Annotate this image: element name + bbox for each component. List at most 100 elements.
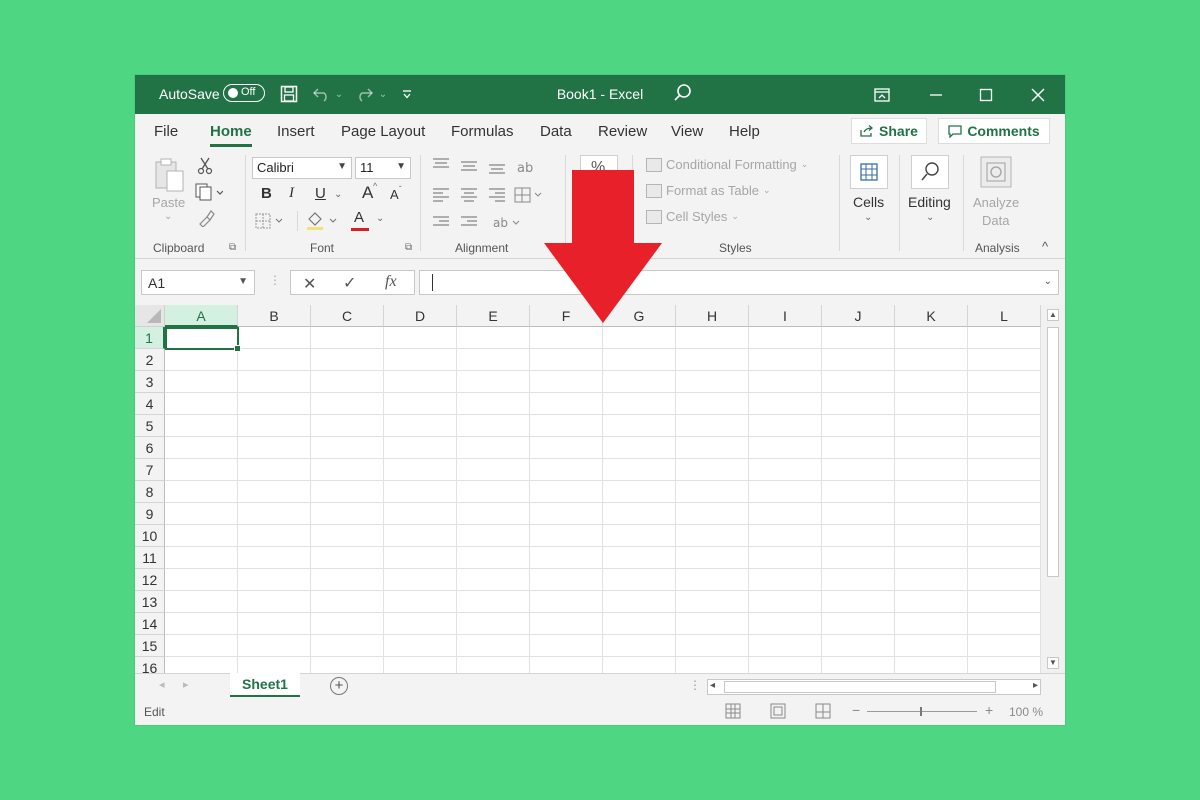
font-color-dropdown-icon[interactable]: ⌄ <box>376 213 384 224</box>
fill-color-icon[interactable] <box>305 211 341 234</box>
scroll-down-icon[interactable]: ▼ <box>1047 657 1059 669</box>
row-header-1[interactable]: 1 <box>135 327 165 349</box>
font-color-button[interactable]: A <box>354 209 364 226</box>
conditional-formatting-button[interactable]: Conditional Formatting ⌄ <box>646 157 808 172</box>
tab-view[interactable]: View <box>671 123 703 140</box>
column-header-e[interactable]: E <box>457 305 530 327</box>
cells-dropdown-icon[interactable]: ⌄ <box>864 212 872 223</box>
fill-handle[interactable] <box>234 345 241 352</box>
row-header-7[interactable]: 7 <box>135 459 165 481</box>
ribbon-display-options-icon[interactable] <box>857 75 907 114</box>
copy-icon[interactable] <box>195 183 224 204</box>
formula-input[interactable]: ⌄ <box>419 270 1059 295</box>
cancel-entry-icon[interactable]: ✕ <box>303 274 316 294</box>
column-header-k[interactable]: K <box>895 305 968 327</box>
decrease-font-button[interactable]: A <box>390 187 399 202</box>
tab-review[interactable]: Review <box>598 123 647 140</box>
underline-dropdown-icon[interactable]: ⌄ <box>334 189 342 200</box>
scroll-left-icon[interactable]: ◂ <box>710 680 715 691</box>
scroll-up-icon[interactable]: ▲ <box>1047 309 1059 321</box>
search-icon[interactable] <box>673 83 693 108</box>
row-header-13[interactable]: 13 <box>135 591 165 613</box>
tab-file[interactable]: File <box>154 123 178 140</box>
zoom-out-icon[interactable]: − <box>852 702 860 718</box>
editing-dropdown-icon[interactable]: ⌄ <box>926 212 934 223</box>
minimize-icon[interactable] <box>911 75 961 114</box>
row-header-5[interactable]: 5 <box>135 415 165 437</box>
split-handle-icon[interactable]: ⋮ <box>689 678 701 692</box>
comments-button[interactable]: Comments <box>938 118 1050 144</box>
paste-dropdown-icon[interactable]: ⌄ <box>164 211 172 222</box>
zoom-in-icon[interactable]: + <box>985 702 993 718</box>
clipboard-launcher-icon[interactable]: ⧉ <box>229 242 236 253</box>
borders-icon[interactable] <box>255 213 285 232</box>
page-break-view-icon[interactable] <box>815 703 831 722</box>
name-box[interactable]: A1 ▼ <box>141 270 255 295</box>
tab-page-layout[interactable]: Page Layout <box>341 123 425 140</box>
row-header-8[interactable]: 8 <box>135 481 165 503</box>
zoom-slider[interactable] <box>867 707 977 716</box>
row-header-4[interactable]: 4 <box>135 393 165 415</box>
format-painter-icon[interactable] <box>197 209 215 230</box>
maximize-icon[interactable] <box>961 75 1011 114</box>
sheet-tab-sheet1[interactable]: Sheet1 <box>230 673 300 697</box>
worksheet-grid[interactable]: ABCDEFGHIJKL 1 2 3 4 5 6 7 8 9 10 11 12 13 14 15 16 ▲ ▼ <box>135 305 1065 679</box>
add-sheet-icon[interactable]: + <box>330 677 348 695</box>
column-header-i[interactable]: I <box>749 305 822 327</box>
zoom-slider-thumb[interactable] <box>920 707 922 716</box>
underline-button[interactable]: U <box>315 185 326 202</box>
confirm-entry-icon[interactable]: ✓ <box>343 273 356 293</box>
cut-icon[interactable] <box>197 157 213 178</box>
share-button[interactable]: Share <box>851 118 927 144</box>
normal-view-icon[interactable] <box>725 703 741 722</box>
vertical-scroll-thumb[interactable] <box>1047 327 1059 577</box>
tab-home[interactable]: Home <box>210 123 252 140</box>
row-header-6[interactable]: 6 <box>135 437 165 459</box>
row-header-9[interactable]: 9 <box>135 503 165 525</box>
row-header-2[interactable]: 2 <box>135 349 165 371</box>
cell-area[interactable] <box>165 327 1041 673</box>
insert-function-button[interactable]: fx <box>385 273 397 291</box>
editing-button[interactable] <box>911 155 949 189</box>
column-header-c[interactable]: C <box>311 305 384 327</box>
cells-button[interactable] <box>850 155 888 189</box>
tab-data[interactable]: Data <box>540 123 572 140</box>
bold-button[interactable]: B <box>261 185 272 202</box>
font-name-select[interactable]: Calibri ▼ <box>252 157 352 179</box>
row-header-3[interactable]: 3 <box>135 371 165 393</box>
increase-font-button[interactable]: A <box>362 183 373 203</box>
row-header-14[interactable]: 14 <box>135 613 165 635</box>
next-sheet-icon[interactable]: ▸ <box>183 678 189 691</box>
horizontal-scrollbar[interactable]: ◂ ▸ <box>707 679 1041 695</box>
column-header-j[interactable]: J <box>822 305 895 327</box>
row-header-11[interactable]: 11 <box>135 547 165 569</box>
expand-formula-bar-icon[interactable]: ⌄ <box>1044 276 1052 287</box>
scroll-right-icon[interactable]: ▸ <box>1033 680 1038 691</box>
formula-bar-grip-icon[interactable]: ⋮ <box>269 273 281 287</box>
close-icon[interactable] <box>1013 75 1063 114</box>
column-header-a[interactable]: A <box>165 305 238 327</box>
column-header-h[interactable]: H <box>676 305 749 327</box>
select-all-corner[interactable] <box>135 305 165 327</box>
format-as-table-button[interactable]: Format as Table ⌄ <box>646 183 771 198</box>
tab-formulas[interactable]: Formulas <box>451 123 514 140</box>
analyze-data-icon[interactable] <box>978 155 1014 192</box>
row-header-10[interactable]: 10 <box>135 525 165 547</box>
row-header-12[interactable]: 12 <box>135 569 165 591</box>
column-header-b[interactable]: B <box>238 305 311 327</box>
tab-help[interactable]: Help <box>729 123 760 140</box>
tab-insert[interactable]: Insert <box>277 123 315 140</box>
italic-button[interactable]: I <box>289 185 294 202</box>
horizontal-scroll-thumb[interactable] <box>724 681 996 693</box>
vertical-scrollbar[interactable]: ▲ ▼ <box>1041 305 1065 673</box>
column-header-l[interactable]: L <box>968 305 1041 327</box>
font-launcher-icon[interactable]: ⧉ <box>405 242 412 253</box>
prev-sheet-icon[interactable]: ◂ <box>159 678 165 691</box>
page-layout-view-icon[interactable] <box>770 703 786 722</box>
row-header-15[interactable]: 15 <box>135 635 165 657</box>
font-size-select[interactable]: 11 ▼ <box>355 157 411 179</box>
paste-icon[interactable] <box>153 157 187 196</box>
active-cell[interactable] <box>165 327 241 352</box>
column-header-d[interactable]: D <box>384 305 457 327</box>
zoom-level[interactable]: 100 % <box>1009 705 1043 719</box>
